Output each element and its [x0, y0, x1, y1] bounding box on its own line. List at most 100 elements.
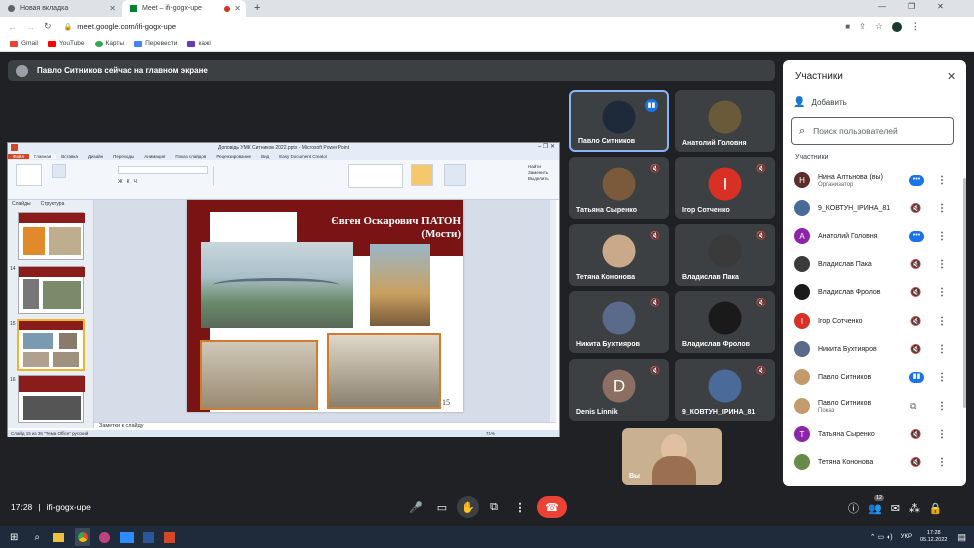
slide-scrollbar[interactable]: [550, 200, 556, 422]
participant-tile[interactable]: 🔇 9_КОВТУН_ІРИНА_81: [675, 359, 775, 421]
ribbon-tab[interactable]: Рецензирование: [211, 154, 256, 159]
ribbon-tab[interactable]: Главная: [29, 153, 57, 159]
host-controls-icon[interactable]: 🔒: [929, 502, 943, 515]
muted-mic-icon[interactable]: 🔇: [910, 429, 921, 440]
participant-row[interactable]: Владислав Фролов 🔇 ⋮: [783, 278, 963, 306]
muted-mic-icon[interactable]: 🔇: [910, 259, 921, 270]
profile-avatar[interactable]: [891, 21, 902, 32]
participant-tile[interactable]: 🔇 Татьяна Сыренко: [569, 157, 669, 219]
ribbon-tab[interactable]: Easy Document Creator: [274, 154, 332, 159]
more-options-icon[interactable]: ⋮: [937, 316, 947, 327]
app2-taskbar-icon[interactable]: [120, 531, 134, 543]
raise-hand-button[interactable]: ✋: [457, 496, 479, 518]
microphone-button[interactable]: 🎤: [405, 496, 427, 518]
ribbon-tab[interactable]: Анимация: [139, 154, 170, 159]
restore-icon[interactable]: ❐: [908, 2, 915, 11]
more-options-icon[interactable]: ⋮: [937, 457, 947, 468]
participant-row[interactable]: Тетяна Кононова 🔇 ⋮: [783, 448, 963, 476]
ribbon-tab[interactable]: Файл: [8, 153, 30, 159]
more-options-icon[interactable]: ⋮: [937, 344, 947, 355]
add-people-button[interactable]: 👤 Добавить: [793, 97, 847, 108]
self-view-tile[interactable]: Вы: [622, 428, 722, 485]
tab-outline[interactable]: Структура: [41, 201, 65, 207]
panel-scrollbar[interactable]: [963, 178, 966, 408]
participant-tile[interactable]: 🔇 Владислав Пака: [675, 224, 775, 286]
keyboard-language[interactable]: УКР: [901, 534, 912, 540]
bookmark-maps[interactable]: Карты: [94, 40, 124, 47]
participant-row[interactable]: I Ігор Сотченко 🔇 ⋮: [783, 307, 963, 335]
file-explorer-icon[interactable]: [53, 532, 64, 542]
ribbon-tab[interactable]: Показ слайдов: [170, 154, 211, 159]
participant-tile[interactable]: 🔇 Владислав Фролов: [675, 291, 775, 353]
people-button[interactable]: 👥 12: [868, 494, 885, 515]
participant-row[interactable]: Владислав Пака 🔇 ⋮: [783, 250, 963, 278]
bookmark-youtube[interactable]: YouTube: [47, 40, 85, 47]
menu-icon[interactable]: ⋮: [911, 21, 920, 32]
reload-icon[interactable]: ↻: [44, 21, 52, 32]
notes-pane[interactable]: Заметки к слайду: [94, 422, 556, 430]
system-clock[interactable]: 17:28 05.12.2022: [920, 530, 948, 544]
camera-button[interactable]: ▭: [431, 496, 453, 518]
present-button[interactable]: ⧉: [483, 496, 505, 518]
slide-thumbnail-selected[interactable]: [17, 319, 85, 371]
participant-row[interactable]: 9_КОВТУН_ІРИНА_81 🔇 ⋮: [783, 194, 963, 222]
more-options-icon[interactable]: ⋮: [937, 259, 947, 270]
star-icon[interactable]: ☆: [875, 21, 883, 32]
muted-mic-icon[interactable]: 🔇: [910, 316, 921, 327]
chat-icon[interactable]: ✉: [891, 502, 900, 515]
new-tab-button[interactable]: +: [254, 2, 260, 14]
participant-tile[interactable]: 🔇 Никита Бухтияров: [569, 291, 669, 353]
participant-tile[interactable]: Анатолий Головня: [675, 90, 775, 152]
muted-mic-icon[interactable]: 🔇: [910, 203, 921, 214]
share-icon[interactable]: ⇪: [859, 22, 866, 31]
more-options-icon[interactable]: ⋮: [937, 429, 947, 440]
info-icon[interactable]: ⓘ: [848, 500, 859, 516]
close-panel-icon[interactable]: ✕: [947, 70, 956, 83]
more-options-icon[interactable]: ⋮: [937, 203, 947, 214]
participant-tile[interactable]: 🔇 Тетяна Кононова: [569, 224, 669, 286]
participant-row[interactable]: А Анатолий Головня ••• ⋮: [783, 222, 963, 250]
bookmark-translate[interactable]: Перевести: [134, 40, 177, 47]
more-options-icon[interactable]: ⋮: [937, 287, 947, 298]
close-tab-icon[interactable]: ✕: [109, 4, 116, 13]
word-icon[interactable]: [143, 531, 154, 543]
muted-mic-icon[interactable]: 🔇: [910, 287, 921, 298]
participant-row[interactable]: Никита Бухтияров 🔇 ⋮: [783, 335, 963, 363]
back-icon[interactable]: ←: [8, 22, 17, 32]
ribbon-tab[interactable]: Вид: [256, 154, 274, 159]
activities-icon[interactable]: ⁂: [909, 502, 920, 515]
tab-slides[interactable]: Слайды: [12, 201, 31, 207]
muted-mic-icon[interactable]: 🔇: [910, 457, 921, 468]
chrome-taskbar-icon[interactable]: [75, 528, 90, 546]
participant-row[interactable]: Н Нина Алтьнова (вы) Организатор ••• ⋮: [783, 166, 963, 194]
muted-mic-icon[interactable]: 🔇: [910, 344, 921, 355]
close-tab-icon[interactable]: ✕: [234, 4, 241, 13]
minimize-icon[interactable]: —: [878, 2, 886, 11]
forward-icon[interactable]: →: [26, 22, 35, 32]
close-window-icon[interactable]: ✕: [937, 2, 944, 11]
browser-tab-active[interactable]: Meet – ifi-gogx-upe ✕: [122, 0, 246, 17]
more-options-icon[interactable]: ⋮: [937, 175, 947, 186]
participant-row[interactable]: Т Татьяна Сыренко 🔇 ⋮: [783, 420, 963, 448]
participant-tile[interactable]: I 🔇 Ігор Сотченко: [675, 157, 775, 219]
address-bar[interactable]: meet.google.com/ifi-gogx-upe: [77, 22, 857, 31]
slide-thumbnail[interactable]: [18, 212, 85, 260]
participant-row[interactable]: Павло Ситников Показ ⧉ ⋮: [783, 392, 963, 420]
ribbon-tab[interactable]: Вставка: [56, 154, 83, 159]
search-people-input[interactable]: ⌕ Поиск пользователей: [791, 117, 954, 145]
notifications-icon[interactable]: ▤: [957, 532, 966, 543]
ribbon-tab[interactable]: Переходы: [108, 154, 139, 159]
participant-row[interactable]: Павло Ситников ▮▮ ⋮: [783, 363, 963, 391]
more-options-icon[interactable]: ⋮: [937, 401, 947, 412]
search-taskbar-icon[interactable]: ⌕: [34, 532, 40, 543]
more-options-icon[interactable]: ⋮: [937, 231, 947, 242]
browser-tab[interactable]: Новая вкладка ✕: [0, 0, 122, 17]
bookmark-gmail[interactable]: Gmail: [10, 40, 38, 47]
participant-tile[interactable]: D 🔇 Denis Linnik: [569, 359, 669, 421]
bookmark-kazhi[interactable]: кажі: [187, 40, 211, 47]
participant-tile[interactable]: ▮▮ Павло Ситников: [569, 90, 669, 152]
more-options-icon[interactable]: ⋮: [937, 372, 947, 383]
powerpoint-taskbar-icon[interactable]: [164, 531, 175, 543]
ribbon-tab[interactable]: Дизайн: [83, 154, 108, 159]
leave-call-button[interactable]: ☎: [537, 496, 567, 518]
